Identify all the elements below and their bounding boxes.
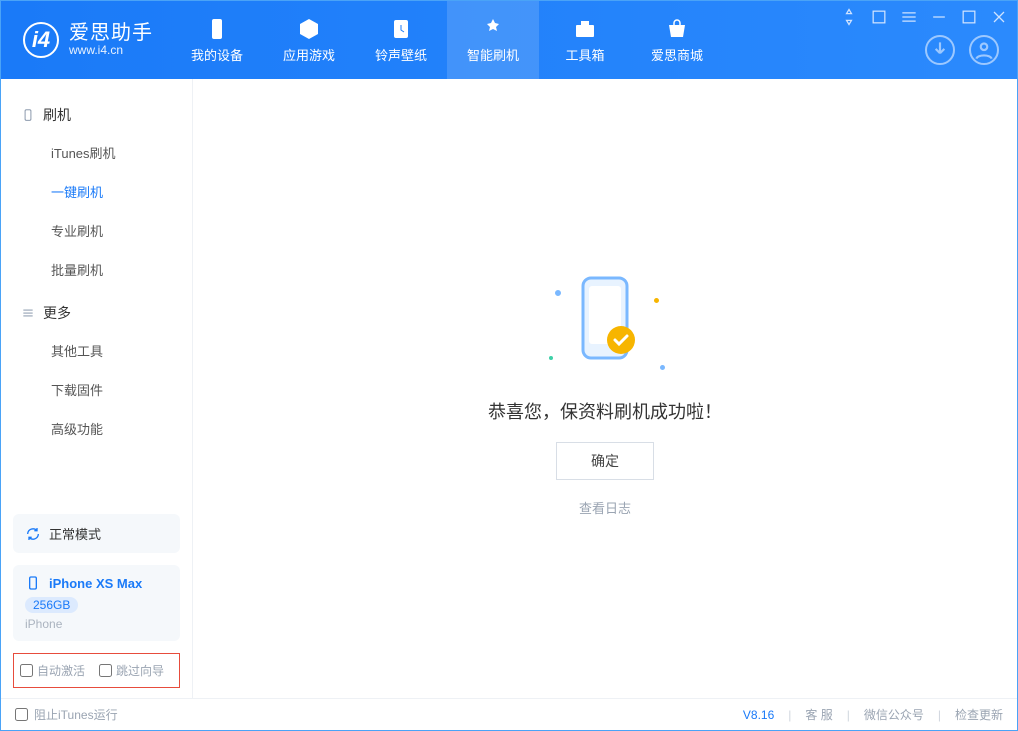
tab-label: 我的设备 — [191, 45, 243, 64]
sidebar-item-advanced[interactable]: 高级功能 — [1, 409, 192, 448]
tab-apps[interactable]: 应用游戏 — [263, 1, 355, 79]
checkbox-label: 自动激活 — [37, 662, 85, 679]
sidebar-item-itunes[interactable]: iTunes刷机 — [1, 133, 192, 172]
sparkle-icon — [660, 365, 665, 370]
tab-label: 智能刷机 — [467, 45, 519, 64]
version-label: V8.16 — [743, 708, 774, 722]
device-name: iPhone XS Max — [49, 576, 142, 591]
tab-toolbox[interactable]: 工具箱 — [539, 1, 631, 79]
theme-icon[interactable] — [839, 7, 859, 27]
logo-icon: i4 — [23, 22, 59, 58]
tab-store[interactable]: 爱思商城 — [631, 1, 723, 79]
tab-label: 铃声壁纸 — [375, 45, 427, 64]
tab-label: 工具箱 — [565, 45, 604, 64]
footer-link-service[interactable]: 客 服 — [805, 706, 832, 723]
menu-icon[interactable] — [899, 7, 919, 27]
ok-button[interactable]: 确定 — [556, 442, 654, 480]
device-storage: 256GB — [25, 597, 78, 613]
sidebar-item-onekey[interactable]: 一键刷机 — [1, 172, 192, 211]
phone-icon — [21, 108, 35, 122]
checkbox-auto-activate[interactable]: 自动激活 — [20, 662, 85, 679]
tab-my-device[interactable]: 我的设备 — [171, 1, 263, 79]
download-button[interactable] — [925, 35, 955, 65]
account-button[interactable] — [969, 35, 999, 65]
body: 刷机 iTunes刷机 一键刷机 专业刷机 批量刷机 更多 其他工具 下载固件 … — [1, 79, 1017, 698]
header-actions — [925, 35, 999, 65]
menu-icon — [21, 306, 35, 320]
options-row: 自动激活 跳过向导 — [13, 653, 180, 688]
sidebar-item-batch[interactable]: 批量刷机 — [1, 250, 192, 289]
phone-icon — [25, 575, 41, 591]
checkbox-skip-wizard[interactable]: 跳过向导 — [99, 662, 164, 679]
refresh-icon — [25, 526, 41, 542]
close-button[interactable] — [989, 7, 1009, 27]
app-name: 爱思助手 — [69, 22, 153, 44]
sidebar-item-pro[interactable]: 专业刷机 — [1, 211, 192, 250]
device-mode-label: 正常模式 — [49, 524, 101, 543]
sidebar-item-firmware[interactable]: 下载固件 — [1, 370, 192, 409]
tab-label: 爱思商城 — [651, 45, 703, 64]
device-mode-box[interactable]: 正常模式 — [13, 514, 180, 553]
view-log-link[interactable]: 查看日志 — [579, 498, 631, 517]
sidebar-title-label: 刷机 — [43, 105, 71, 125]
sidebar-title-label: 更多 — [43, 303, 71, 323]
sparkle-icon — [549, 356, 553, 360]
sidebar: 刷机 iTunes刷机 一键刷机 专业刷机 批量刷机 更多 其他工具 下载固件 … — [1, 79, 193, 698]
footer-link-update[interactable]: 检查更新 — [955, 706, 1003, 723]
tab-ringtones[interactable]: 铃声壁纸 — [355, 1, 447, 79]
sidebar-item-other-tools[interactable]: 其他工具 — [1, 331, 192, 370]
main-content: 恭喜您，保资料刷机成功啦！ 确定 查看日志 — [193, 79, 1017, 698]
window-controls — [839, 7, 1009, 27]
success-message: 恭喜您，保资料刷机成功啦！ — [488, 398, 722, 424]
main-tabs: 我的设备 应用游戏 铃声壁纸 智能刷机 工具箱 爱思商城 — [171, 1, 723, 79]
block-itunes-label: 阻止iTunes运行 — [34, 706, 118, 723]
logo-text: 爱思助手 www.i4.cn — [69, 22, 153, 57]
sidebar-title-flash: 刷机 — [1, 97, 192, 133]
footer-block-itunes[interactable]: 阻止iTunes运行 — [15, 706, 118, 723]
maximize-button[interactable] — [959, 7, 979, 27]
minimize-button[interactable] — [929, 7, 949, 27]
device-sub: iPhone — [25, 617, 62, 631]
logo: i4 爱思助手 www.i4.cn — [1, 22, 171, 58]
sidebar-title-more: 更多 — [1, 295, 192, 331]
block-itunes-checkbox[interactable] — [15, 708, 28, 721]
sidebar-group-more: 更多 其他工具 下载固件 高级功能 — [1, 295, 192, 454]
skin-icon[interactable] — [869, 7, 889, 27]
footer-link-wechat[interactable]: 微信公众号 — [864, 706, 924, 723]
header: i4 爱思助手 www.i4.cn 我的设备 应用游戏 铃声壁纸 智能刷机 工具… — [1, 1, 1017, 79]
checkbox-label: 跳过向导 — [116, 662, 164, 679]
device-info-box[interactable]: iPhone XS Max 256GB iPhone — [13, 565, 180, 641]
tab-smart-flash[interactable]: 智能刷机 — [447, 1, 539, 79]
app-url: www.i4.cn — [69, 44, 153, 57]
footer: 阻止iTunes运行 V8.16 | 客 服 | 微信公众号 | 检查更新 — [1, 698, 1017, 730]
success-illustration — [545, 260, 665, 380]
tab-label: 应用游戏 — [283, 45, 335, 64]
sidebar-group-flash: 刷机 iTunes刷机 一键刷机 专业刷机 批量刷机 — [1, 97, 192, 295]
